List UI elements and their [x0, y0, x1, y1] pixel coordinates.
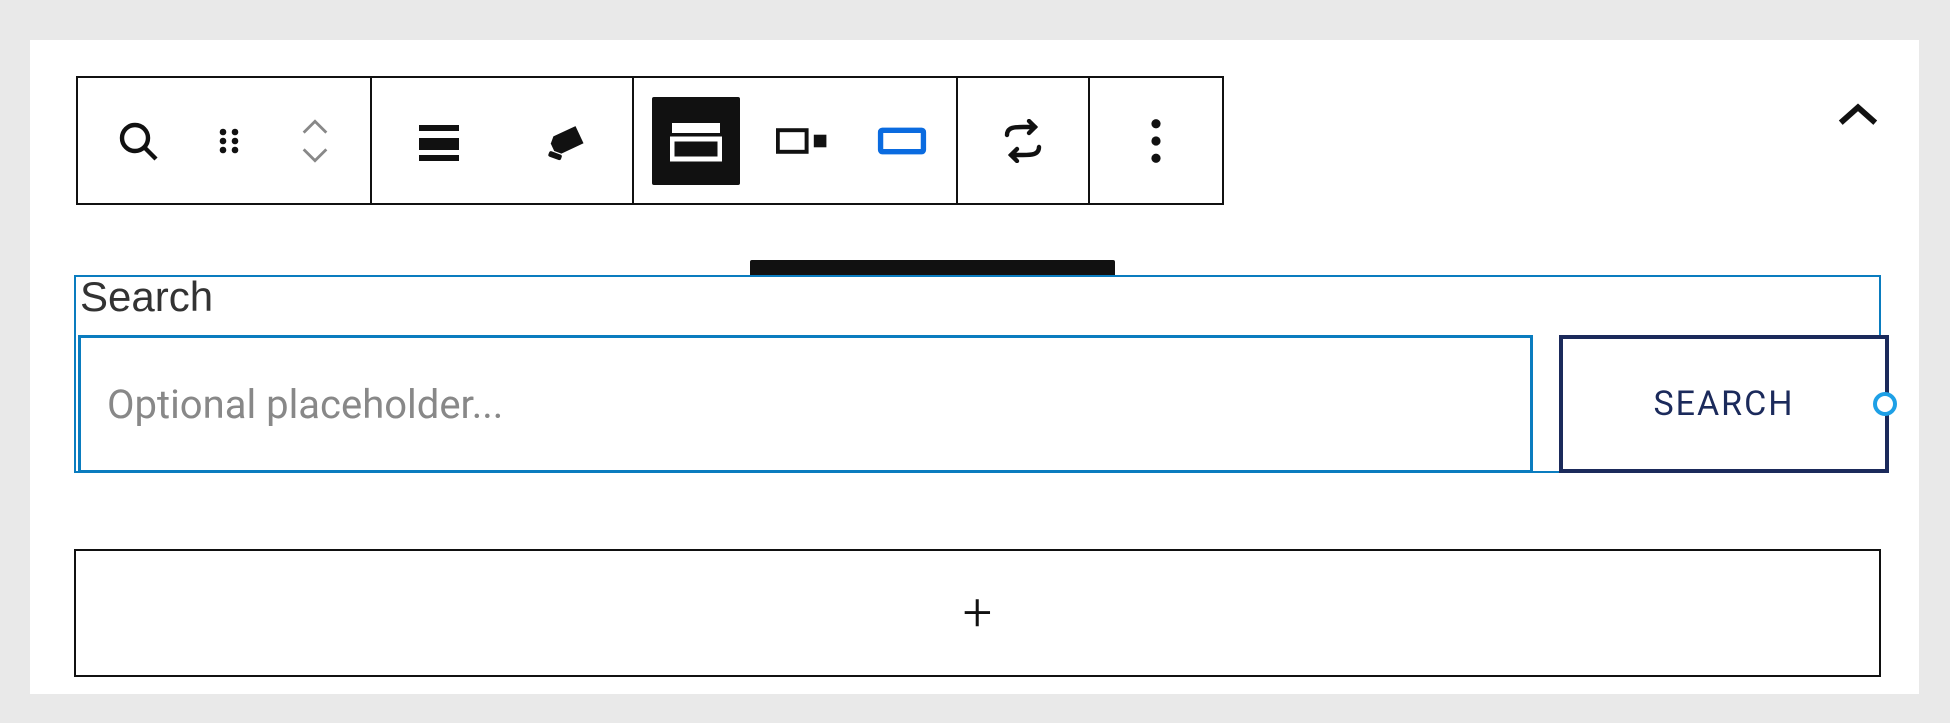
- ellipsis-vertical-icon: [1149, 118, 1163, 164]
- more-options-button[interactable]: [1090, 78, 1222, 203]
- search-button-label: SEARCH: [1653, 384, 1794, 424]
- search-submit-button[interactable]: SEARCH: [1559, 335, 1889, 473]
- search-row: SEARCH: [78, 335, 1889, 473]
- search-block[interactable]: Search SEARCH: [74, 275, 1881, 473]
- chevron-up-icon: [1835, 100, 1881, 130]
- toolbar-group-search-options: [634, 78, 958, 203]
- toggle-label-icon: [652, 97, 740, 185]
- styles-button[interactable]: [526, 78, 606, 203]
- search-label[interactable]: Search: [80, 273, 213, 321]
- align-button[interactable]: [399, 78, 479, 203]
- use-button-with-icon-button[interactable]: [866, 78, 938, 203]
- collapse-handle[interactable]: [1835, 100, 1881, 134]
- move-up-icon[interactable]: [298, 116, 332, 138]
- toolbar-group-more: [1090, 78, 1222, 203]
- editor-canvas: Use button with icon Search SEARCH +: [30, 40, 1919, 694]
- resize-handle[interactable]: [1873, 392, 1897, 416]
- loop-icon[interactable]: [958, 78, 1088, 203]
- toolbar-group-align: [372, 78, 634, 203]
- toggle-label-button[interactable]: [652, 78, 740, 203]
- drag-handle-icon[interactable]: [202, 78, 256, 203]
- block-appender[interactable]: +: [74, 549, 1881, 677]
- search-input[interactable]: [78, 335, 1533, 473]
- block-movers[interactable]: [285, 78, 345, 203]
- plus-icon: +: [963, 587, 992, 639]
- block-type-search-icon[interactable]: [103, 78, 173, 203]
- toolbar-group-block: [78, 78, 372, 203]
- toolbar-group-link: [958, 78, 1090, 203]
- button-position-button[interactable]: [767, 78, 839, 203]
- block-toolbar: [76, 76, 1224, 205]
- move-down-icon[interactable]: [298, 144, 332, 166]
